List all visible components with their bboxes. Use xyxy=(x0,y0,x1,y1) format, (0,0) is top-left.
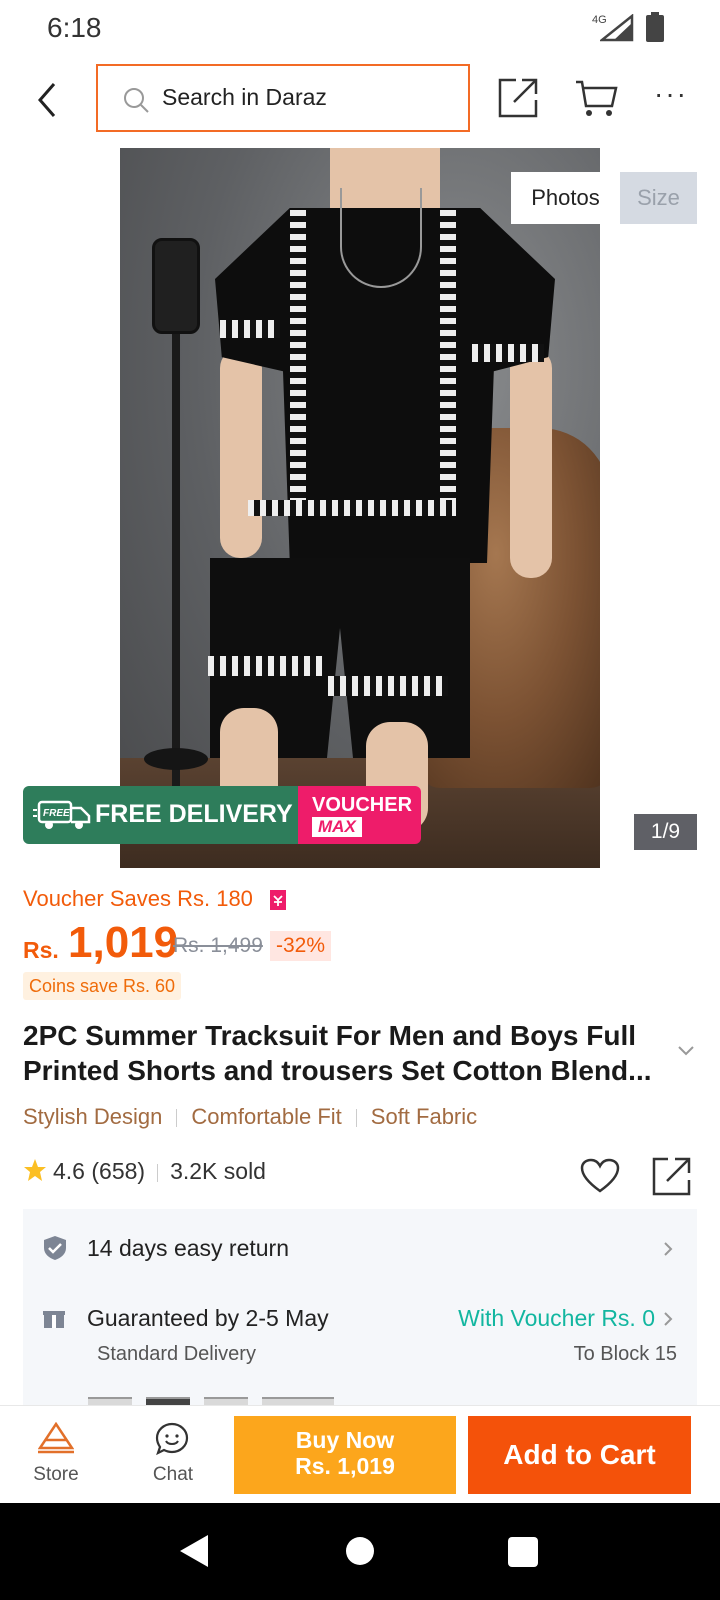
nav-back-icon[interactable] xyxy=(178,1533,210,1569)
price-currency: Rs. xyxy=(23,937,59,963)
status-time: 6:18 xyxy=(47,12,102,43)
sold-count: 3.2K sold xyxy=(170,1158,266,1184)
store-button[interactable]: Store xyxy=(18,1416,94,1496)
max-badge-text: MAX xyxy=(312,817,362,837)
voucher-saves-text[interactable]: Voucher Saves Rs. 180 xyxy=(23,886,253,912)
service-info-card: 14 days easy return Guaranteed by 2-5 Ma… xyxy=(23,1209,697,1409)
chevron-right-icon[interactable] xyxy=(663,1241,673,1257)
voucher-badge-text: VOUCHER xyxy=(312,794,413,816)
tab-photos[interactable]: Photos xyxy=(511,172,620,224)
original-price: Rs. 1,499 xyxy=(173,934,263,957)
voucher-tag-icon xyxy=(270,890,286,910)
chat-button[interactable]: Chat xyxy=(135,1416,211,1496)
battery-icon xyxy=(646,12,664,42)
status-bar: 6:18 4G xyxy=(0,0,720,56)
voucher-max-badge: VOUCHER MAX xyxy=(298,786,421,844)
return-policy-text[interactable]: 14 days easy return xyxy=(87,1235,289,1262)
share-icon[interactable] xyxy=(652,1156,692,1196)
buy-now-price: Rs. 1,019 xyxy=(295,1453,395,1479)
chat-label: Chat xyxy=(152,1464,194,1485)
back-arrow-icon[interactable] xyxy=(30,78,66,122)
chat-icon xyxy=(155,1422,189,1456)
buy-now-label: Buy Now xyxy=(295,1427,395,1453)
tab-size[interactable]: Size xyxy=(620,172,697,224)
more-options-icon[interactable]: ··· xyxy=(654,80,690,112)
free-delivery-text: FREE DELIVERY xyxy=(95,800,293,828)
heart-icon[interactable] xyxy=(580,1158,620,1194)
feature-tag: Soft Fabric xyxy=(370,1104,478,1129)
signal-icon xyxy=(600,14,634,42)
thumbnail[interactable] xyxy=(262,1397,306,1405)
delivery-voucher-text[interactable]: With Voucher Rs. 0 xyxy=(458,1305,655,1332)
free-badge-text: FREE xyxy=(43,808,70,819)
share-icon[interactable] xyxy=(498,76,540,118)
star-icon xyxy=(24,1159,46,1181)
nav-home-icon[interactable] xyxy=(346,1537,374,1565)
search-icon xyxy=(124,88,149,113)
buy-now-button[interactable]: Buy Now Rs. 1,019 xyxy=(234,1416,456,1494)
gift-box-icon xyxy=(43,1311,65,1328)
chevron-down-icon[interactable] xyxy=(677,1044,695,1058)
delivery-guarantee-text[interactable]: Guaranteed by 2-5 May xyxy=(87,1305,329,1332)
store-icon xyxy=(38,1422,74,1454)
rating-row[interactable]: 4.6 (658) 3.2K sold xyxy=(23,1158,266,1190)
store-label: Store xyxy=(33,1464,79,1485)
cart-icon[interactable] xyxy=(574,78,618,118)
delivery-truck-icon: FREE xyxy=(33,800,91,829)
feature-tag: Stylish Design xyxy=(23,1104,163,1129)
product-title: 2PC Summer Tracksuit For Men and Boys Fu… xyxy=(23,1020,652,1086)
image-counter: 1/9 xyxy=(634,814,697,850)
nav-recents-icon[interactable] xyxy=(508,1537,538,1567)
rating-value: 4.6 xyxy=(53,1158,85,1184)
shield-check-icon xyxy=(44,1236,66,1260)
thumbnail[interactable] xyxy=(304,1397,334,1405)
feature-tag: Comfortable Fit xyxy=(191,1104,342,1129)
delivery-destination: To Block 15 xyxy=(573,1343,677,1365)
search-placeholder: Search in Daraz xyxy=(162,84,327,110)
thumbnail[interactable] xyxy=(146,1397,190,1405)
system-nav-bar xyxy=(0,1503,720,1600)
thumbnail-strip xyxy=(88,1397,348,1405)
free-delivery-badge: FREE FREE DELIVERY xyxy=(23,786,298,844)
add-to-cart-button[interactable]: Add to Cart xyxy=(468,1416,691,1494)
search-input[interactable]: Search in Daraz xyxy=(96,64,470,132)
review-count: (658) xyxy=(91,1158,146,1184)
thumbnail[interactable] xyxy=(88,1397,132,1405)
thumbnail[interactable] xyxy=(204,1397,248,1405)
product-detail-screen: 6:18 4G Search in Daraz ··· Photos Size … xyxy=(0,0,720,1600)
promo-banner: FREE FREE DELIVERY VOUCHER MAX xyxy=(23,786,421,844)
delivery-type: Standard Delivery xyxy=(97,1343,256,1365)
chevron-right-icon[interactable] xyxy=(663,1311,673,1327)
product-image[interactable] xyxy=(120,148,600,868)
price-value: 1,019 xyxy=(68,918,179,967)
feature-tags: Stylish Design Comfortable Fit Soft Fabric xyxy=(23,1104,477,1130)
coins-badge: Coins save Rs. 60 xyxy=(23,972,182,1000)
discount-badge: -32% xyxy=(270,931,332,961)
bottom-action-bar: Store Chat Buy Now Rs. 1,019 Add to Cart xyxy=(0,1405,720,1503)
